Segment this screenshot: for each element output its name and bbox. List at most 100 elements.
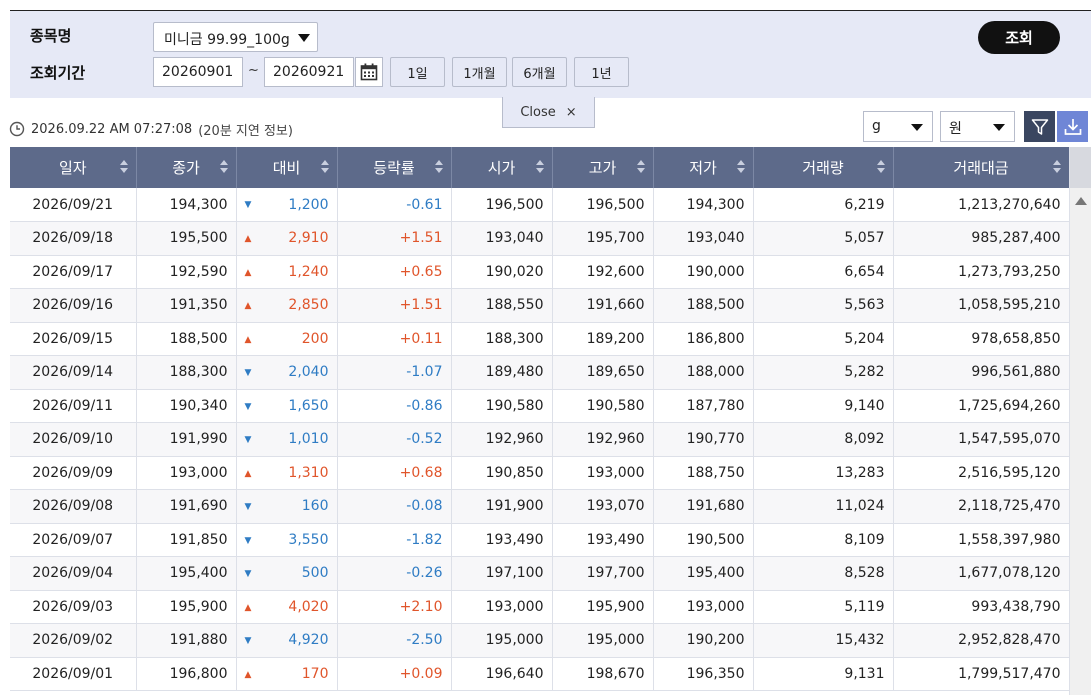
cell-close: 190,340 xyxy=(136,389,237,423)
table-row[interactable]: 2026/09/01 196,800 ▲ 170 +0.09 196,640 198,670… xyxy=(10,657,1069,691)
cell-volume: 13,283 xyxy=(753,456,894,490)
cell-volume: 5,204 xyxy=(753,322,894,356)
cell-rate: -2.50 xyxy=(337,623,452,658)
cell-diff: ▲ 200 xyxy=(236,322,338,356)
table-row[interactable]: 2026/09/11 190,340 ▼ 1,650 -0.86 190,580 190,5… xyxy=(10,389,1069,423)
price-table: 일자 종가 대비 등락률 시가 고가 저가 거래량 거래대금 2026/09/2… xyxy=(10,147,1069,695)
period-1m-button[interactable]: 1개월 xyxy=(452,57,507,87)
cell-close: 191,880 xyxy=(136,623,237,658)
period-6m-button[interactable]: 6개월 xyxy=(512,57,567,87)
table-row[interactable]: 2026/09/04 195,400 ▼ 500 -0.26 197,100 197,700… xyxy=(10,556,1069,591)
up-arrow-icon: ▲ xyxy=(244,669,252,680)
cell-rate: +1.51 xyxy=(337,221,452,256)
sort-icon xyxy=(119,160,128,174)
cell-volume: 15,432 xyxy=(753,623,894,658)
cell-close: 191,350 xyxy=(136,288,237,323)
cell-low: 191,680 xyxy=(653,489,754,524)
cell-date: 2026/09/08 xyxy=(10,489,137,524)
table-row[interactable]: 2026/09/17 192,590 ▲ 1,240 +0.65 190,020 192,6… xyxy=(10,255,1069,289)
table-row[interactable]: 2026/09/15 188,500 ▲ 200 +0.11 188,300 189,200… xyxy=(10,322,1069,356)
up-arrow-icon: ▲ xyxy=(244,267,252,278)
col-header-close[interactable]: 종가 xyxy=(136,147,237,188)
cell-diff: ▼ 1,200 xyxy=(236,188,338,222)
table-scrollbar[interactable] xyxy=(1069,147,1091,695)
col-header-open[interactable]: 시가 xyxy=(451,147,553,188)
cell-diff: ▲ 2,910 xyxy=(236,221,338,256)
currency-unit-value: 원 xyxy=(949,121,962,137)
table-row[interactable]: 2026/09/09 193,000 ▲ 1,310 +0.68 190,850 193,0… xyxy=(10,456,1069,490)
table-row[interactable]: 2026/09/02 191,880 ▼ 4,920 -2.50 195,000 195,0… xyxy=(10,623,1069,658)
date-to-input[interactable]: 20260921 xyxy=(264,57,354,87)
calendar-button[interactable] xyxy=(355,57,383,87)
col-header-low[interactable]: 저가 xyxy=(653,147,754,188)
cell-amount: 2,118,725,470 xyxy=(893,489,1069,524)
cell-close: 188,300 xyxy=(136,355,237,390)
cell-open: 188,550 xyxy=(451,288,553,323)
cell-amount: 978,658,850 xyxy=(893,322,1069,356)
up-arrow-icon: ▲ xyxy=(244,334,252,345)
caret-down-icon xyxy=(298,34,310,42)
col-header-rate[interactable]: 등락률 xyxy=(337,147,452,188)
sort-icon xyxy=(1052,160,1061,174)
scroll-up-icon[interactable] xyxy=(1075,197,1087,205)
cell-open: 190,850 xyxy=(451,456,553,490)
date-from-input[interactable]: 20260901 xyxy=(153,57,243,87)
table-row[interactable]: 2026/09/18 195,500 ▲ 2,910 +1.51 193,040 195,7… xyxy=(10,221,1069,256)
cell-diff: ▼ 4,920 xyxy=(236,623,338,658)
table-header-row: 일자 종가 대비 등락률 시가 고가 저가 거래량 거래대금 xyxy=(10,147,1069,188)
cell-amount: 1,273,793,250 xyxy=(893,255,1069,289)
table-row[interactable]: 2026/09/10 191,990 ▼ 1,010 -0.52 192,960 192,9… xyxy=(10,422,1069,457)
cell-high: 189,650 xyxy=(552,355,654,390)
cell-open: 193,000 xyxy=(451,590,553,624)
table-row[interactable]: 2026/09/08 191,690 ▼ 160 -0.08 191,900 193,070… xyxy=(10,489,1069,524)
cell-open: 197,100 xyxy=(451,556,553,591)
cell-high: 189,200 xyxy=(552,322,654,356)
filter-button[interactable] xyxy=(1024,111,1055,142)
table-row[interactable]: 2026/09/07 191,850 ▼ 3,550 -1.82 193,490 193,4… xyxy=(10,523,1069,557)
cell-high: 193,490 xyxy=(552,523,654,557)
sort-icon xyxy=(434,160,443,174)
cell-amount: 2,516,595,120 xyxy=(893,456,1069,490)
col-header-diff[interactable]: 대비 xyxy=(236,147,338,188)
weight-unit-value: g xyxy=(872,118,881,134)
period-1d-button[interactable]: 1일 xyxy=(390,57,445,87)
download-icon xyxy=(1064,118,1081,135)
cell-amount: 1,677,078,120 xyxy=(893,556,1069,591)
table-row[interactable]: 2026/09/03 195,900 ▲ 4,020 +2.10 193,000 195,9… xyxy=(10,590,1069,624)
table-row[interactable]: 2026/09/16 191,350 ▲ 2,850 +1.51 188,550 191,6… xyxy=(10,288,1069,323)
col-header-high[interactable]: 고가 xyxy=(552,147,654,188)
cell-close: 191,990 xyxy=(136,422,237,457)
col-header-volume[interactable]: 거래량 xyxy=(753,147,894,188)
sort-icon xyxy=(320,160,329,174)
col-header-date[interactable]: 일자 xyxy=(10,147,137,188)
currency-unit-select[interactable]: 원 xyxy=(940,111,1015,142)
close-panel-button[interactable]: Close × xyxy=(502,97,595,128)
cell-amount: 1,213,270,640 xyxy=(893,188,1069,222)
table-row[interactable]: 2026/09/14 188,300 ▼ 2,040 -1.07 189,480 189,6… xyxy=(10,355,1069,390)
download-button[interactable] xyxy=(1057,111,1088,142)
cell-date: 2026/09/04 xyxy=(10,556,137,591)
cell-low: 186,800 xyxy=(653,322,754,356)
col-header-amount[interactable]: 거래대금 xyxy=(893,147,1069,188)
cell-rate: -0.86 xyxy=(337,389,452,423)
cell-volume: 8,109 xyxy=(753,523,894,557)
caret-down-icon xyxy=(911,124,923,131)
cell-close: 191,690 xyxy=(136,489,237,524)
cell-date: 2026/09/10 xyxy=(10,422,137,457)
cell-open: 188,300 xyxy=(451,322,553,356)
cell-close: 195,400 xyxy=(136,556,237,591)
cell-date: 2026/09/09 xyxy=(10,456,137,490)
search-button[interactable]: 조회 xyxy=(978,21,1060,54)
calendar-icon xyxy=(360,63,378,81)
cell-low: 188,000 xyxy=(653,355,754,390)
delay-note: (20분 지연 정보) xyxy=(198,123,293,139)
cell-rate: +2.10 xyxy=(337,590,452,624)
cell-volume: 5,119 xyxy=(753,590,894,624)
up-arrow-icon: ▲ xyxy=(244,301,252,311)
weight-unit-select[interactable]: g xyxy=(863,111,933,142)
cell-volume: 5,282 xyxy=(753,355,894,390)
table-row[interactable]: 2026/09/21 194,300 ▼ 1,200 -0.61 196,500 196,5… xyxy=(10,188,1069,222)
period-1y-button[interactable]: 1년 xyxy=(574,57,629,87)
product-select[interactable]: 미니금 99.99_100g xyxy=(153,22,318,52)
close-icon: × xyxy=(565,104,577,120)
